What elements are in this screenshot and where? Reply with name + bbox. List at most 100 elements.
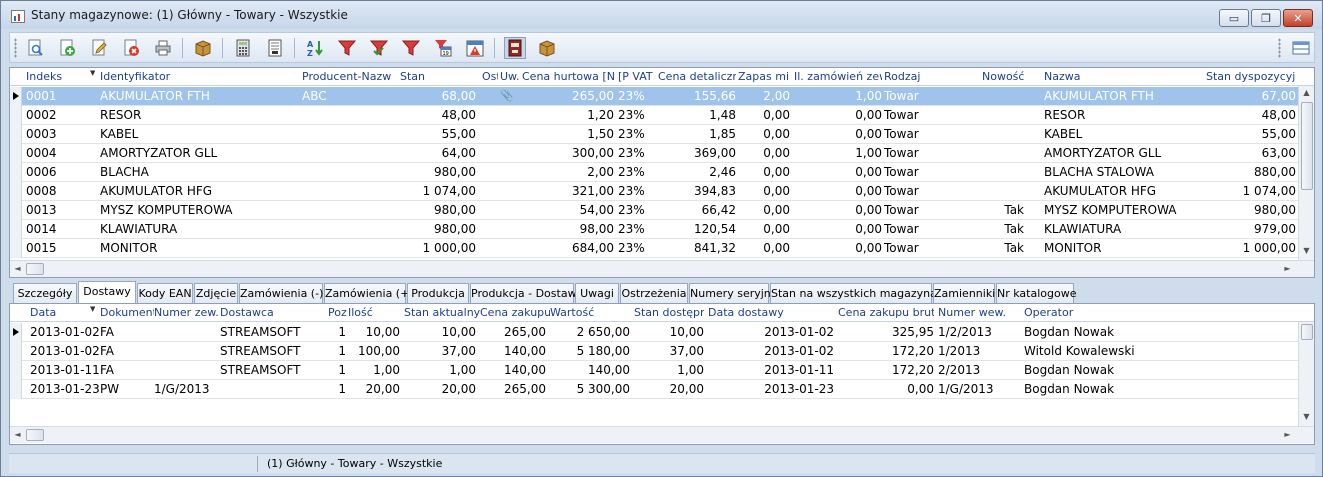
column-header[interactable]: Poz bbox=[328, 306, 348, 319]
row-indicator[interactable] bbox=[10, 361, 22, 380]
column-header[interactable]: Dostawca bbox=[220, 306, 326, 319]
column-header[interactable]: Producent-Nazwa bbox=[302, 70, 392, 83]
column-header[interactable]: Dokument bbox=[100, 306, 154, 319]
row-indicator[interactable] bbox=[10, 201, 22, 220]
tab-9[interactable]: Ostrzeżenia bbox=[620, 283, 688, 303]
calculator-button[interactable] bbox=[232, 37, 254, 59]
column-header[interactable]: Indeks bbox=[26, 70, 86, 83]
minimize-button[interactable]: ▭ bbox=[1219, 9, 1249, 27]
book-button[interactable] bbox=[504, 37, 526, 59]
package-button[interactable] bbox=[536, 37, 558, 59]
tab-3[interactable]: Zdjęcie bbox=[194, 283, 238, 303]
column-header[interactable]: Uw. bbox=[500, 70, 520, 83]
tab-1[interactable]: Dostawy bbox=[78, 281, 136, 303]
column-header[interactable]: Rodzaj bbox=[884, 70, 978, 83]
column-header[interactable]: Il. zamówień zew. bbox=[794, 70, 882, 83]
row-indicator[interactable] bbox=[10, 125, 22, 144]
preview-button[interactable] bbox=[24, 37, 46, 59]
tab-13[interactable]: Nr katalogowe bbox=[996, 283, 1076, 303]
table-row[interactable]: 0004 AMORTYZATOR GLL 64,00 300,00 23% 369,00 0… bbox=[10, 144, 1298, 163]
scroll-right-icon[interactable]: ► bbox=[1280, 430, 1295, 439]
deliveries-hscroll-thumb[interactable] bbox=[26, 429, 44, 441]
column-header[interactable]: Cena zakupu brutto bbox=[838, 306, 934, 319]
row-indicator[interactable] bbox=[10, 144, 22, 163]
table-row[interactable]: 0014 KLAWIATURA 980,00 98,00 23% 120,54 0,00 0,… bbox=[10, 220, 1298, 239]
row-indicator[interactable] bbox=[10, 342, 22, 361]
tab-4[interactable]: Zamówienia (-) bbox=[239, 283, 323, 303]
close-button[interactable]: ✕ bbox=[1283, 9, 1313, 27]
print-button[interactable] bbox=[152, 37, 174, 59]
column-header[interactable]: Identyfikator bbox=[100, 70, 290, 83]
sort-button[interactable]: AZ bbox=[304, 37, 326, 59]
document-button[interactable] bbox=[264, 37, 286, 59]
table-row[interactable]: 0008 AKUMULATOR HFG 1 074,00 321,00 23% 394,8… bbox=[10, 182, 1298, 201]
tab-8[interactable]: Uwagi bbox=[575, 283, 619, 303]
deliveries-horizontal-scrollbar[interactable]: ◄ ► bbox=[10, 426, 1314, 443]
row-indicator[interactable] bbox=[10, 380, 22, 399]
scroll-left-icon[interactable]: ◄ bbox=[10, 430, 25, 439]
scroll-down-icon[interactable]: ▼ bbox=[1299, 246, 1314, 255]
table-row[interactable]: 0002 RESOR 48,00 1,20 23% 1,48 0,00 0,00 Towar RE… bbox=[10, 106, 1298, 125]
table-row[interactable]: 0013 MYSZ KOMPUTEROWA 980,00 54,00 23% 66,42 0… bbox=[10, 201, 1298, 220]
restore-button[interactable]: ❐ bbox=[1251, 9, 1281, 27]
scroll-right-icon[interactable]: ► bbox=[1280, 264, 1295, 273]
column-header[interactable]: Stan aktualny bbox=[404, 306, 480, 319]
scroll-left-icon[interactable]: ◄ bbox=[10, 264, 25, 273]
column-header[interactable]: Ilość bbox=[348, 306, 402, 319]
items-hscroll-thumb[interactable] bbox=[26, 263, 44, 275]
row-indicator[interactable] bbox=[10, 163, 22, 182]
row-indicator[interactable] bbox=[10, 220, 22, 239]
tab-6[interactable]: Produkcja bbox=[407, 283, 469, 303]
filter-list-button[interactable] bbox=[368, 37, 390, 59]
table-row[interactable]: 0003 KABEL 55,00 1,50 23% 1,85 0,00 0,00 Towar KA… bbox=[10, 125, 1298, 144]
table-row[interactable]: 2013-01-02 FA STREAMSOFT 1 10,00 10,00 265,00 2… bbox=[10, 323, 1298, 342]
column-header[interactable]: Stan dostępny bbox=[634, 306, 704, 319]
column-header[interactable]: Wartość bbox=[550, 306, 630, 319]
column-header[interactable]: Stan bbox=[400, 70, 476, 83]
column-header[interactable]: [P VAT bbox=[618, 70, 658, 83]
calendar-warning-button[interactable] bbox=[464, 37, 486, 59]
items-vertical-scrollbar[interactable]: ▲ ▼ bbox=[1298, 86, 1314, 260]
tab-5[interactable]: Zamówienia (+) bbox=[324, 283, 414, 303]
filter-clear-button[interactable] bbox=[400, 37, 422, 59]
table-row[interactable]: 0001 AKUMULATOR FTH ABC 68,00 📎 265,00 23% 155,… bbox=[10, 87, 1298, 106]
table-row[interactable]: 2013-01-23 PW 1/G/2013 1 20,00 20,00 265,00 5 3… bbox=[10, 380, 1298, 399]
column-header[interactable]: Cena hurtowa [N] bbox=[522, 70, 614, 83]
column-header[interactable]: Numer wew. bbox=[938, 306, 1022, 319]
box-button[interactable] bbox=[192, 37, 214, 59]
table-row[interactable]: 0006 BLACHA 980,00 2,00 23% 2,46 0,00 0,00 Towar… bbox=[10, 163, 1298, 182]
filter-button[interactable] bbox=[336, 37, 358, 59]
table-row[interactable]: 0015 MONITOR 1 000,00 684,00 23% 841,32 0,00 0,… bbox=[10, 239, 1298, 258]
row-indicator[interactable] bbox=[10, 323, 22, 342]
row-indicator[interactable] bbox=[10, 239, 22, 258]
row-indicator[interactable] bbox=[10, 87, 22, 106]
tab-12[interactable]: Zamienniki bbox=[933, 283, 995, 303]
column-header[interactable]: Operator bbox=[1024, 306, 1204, 319]
deliveries-scroll-thumb[interactable] bbox=[1301, 324, 1313, 340]
column-header[interactable]: Stan dyspozycyjny bbox=[1206, 70, 1296, 83]
tab-7[interactable]: Produkcja - Dostawy bbox=[470, 283, 583, 303]
deliveries-vertical-scrollbar[interactable]: ▼ bbox=[1298, 322, 1314, 426]
scroll-down-icon[interactable]: ▼ bbox=[1299, 412, 1314, 421]
column-header[interactable]: Data dostawy bbox=[708, 306, 834, 319]
column-header[interactable]: Cena detaliczna bbox=[658, 70, 736, 83]
items-scroll-thumb[interactable] bbox=[1301, 102, 1313, 190]
column-header[interactable]: Numer zew. bbox=[154, 306, 218, 319]
table-row[interactable]: 2013-01-02 FA STREAMSOFT 1 100,00 37,00 140,00… bbox=[10, 342, 1298, 361]
toolbar-grip-right[interactable] bbox=[1278, 38, 1281, 58]
tab-10[interactable]: Numery seryjne bbox=[689, 283, 778, 303]
column-header[interactable]: Zapas min. bbox=[738, 70, 790, 83]
items-horizontal-scrollbar[interactable]: ◄ ► bbox=[10, 260, 1314, 277]
column-header[interactable]: Nazwa bbox=[1044, 70, 1202, 83]
delete-button[interactable] bbox=[120, 37, 142, 59]
tab-11[interactable]: Stan na wszystkich magazynach bbox=[770, 283, 950, 303]
column-header[interactable]: Data bbox=[30, 306, 96, 319]
calendar-filter-button[interactable]: 19 bbox=[432, 37, 454, 59]
edit-button[interactable] bbox=[88, 37, 110, 59]
scroll-up-icon[interactable]: ▲ bbox=[1299, 88, 1314, 97]
column-header[interactable]: Cena zakupu bbox=[480, 306, 550, 319]
row-indicator[interactable] bbox=[10, 106, 22, 125]
column-header[interactable]: Nowość bbox=[982, 70, 1034, 83]
toolbar-grip[interactable] bbox=[14, 38, 17, 58]
row-indicator[interactable] bbox=[10, 182, 22, 201]
